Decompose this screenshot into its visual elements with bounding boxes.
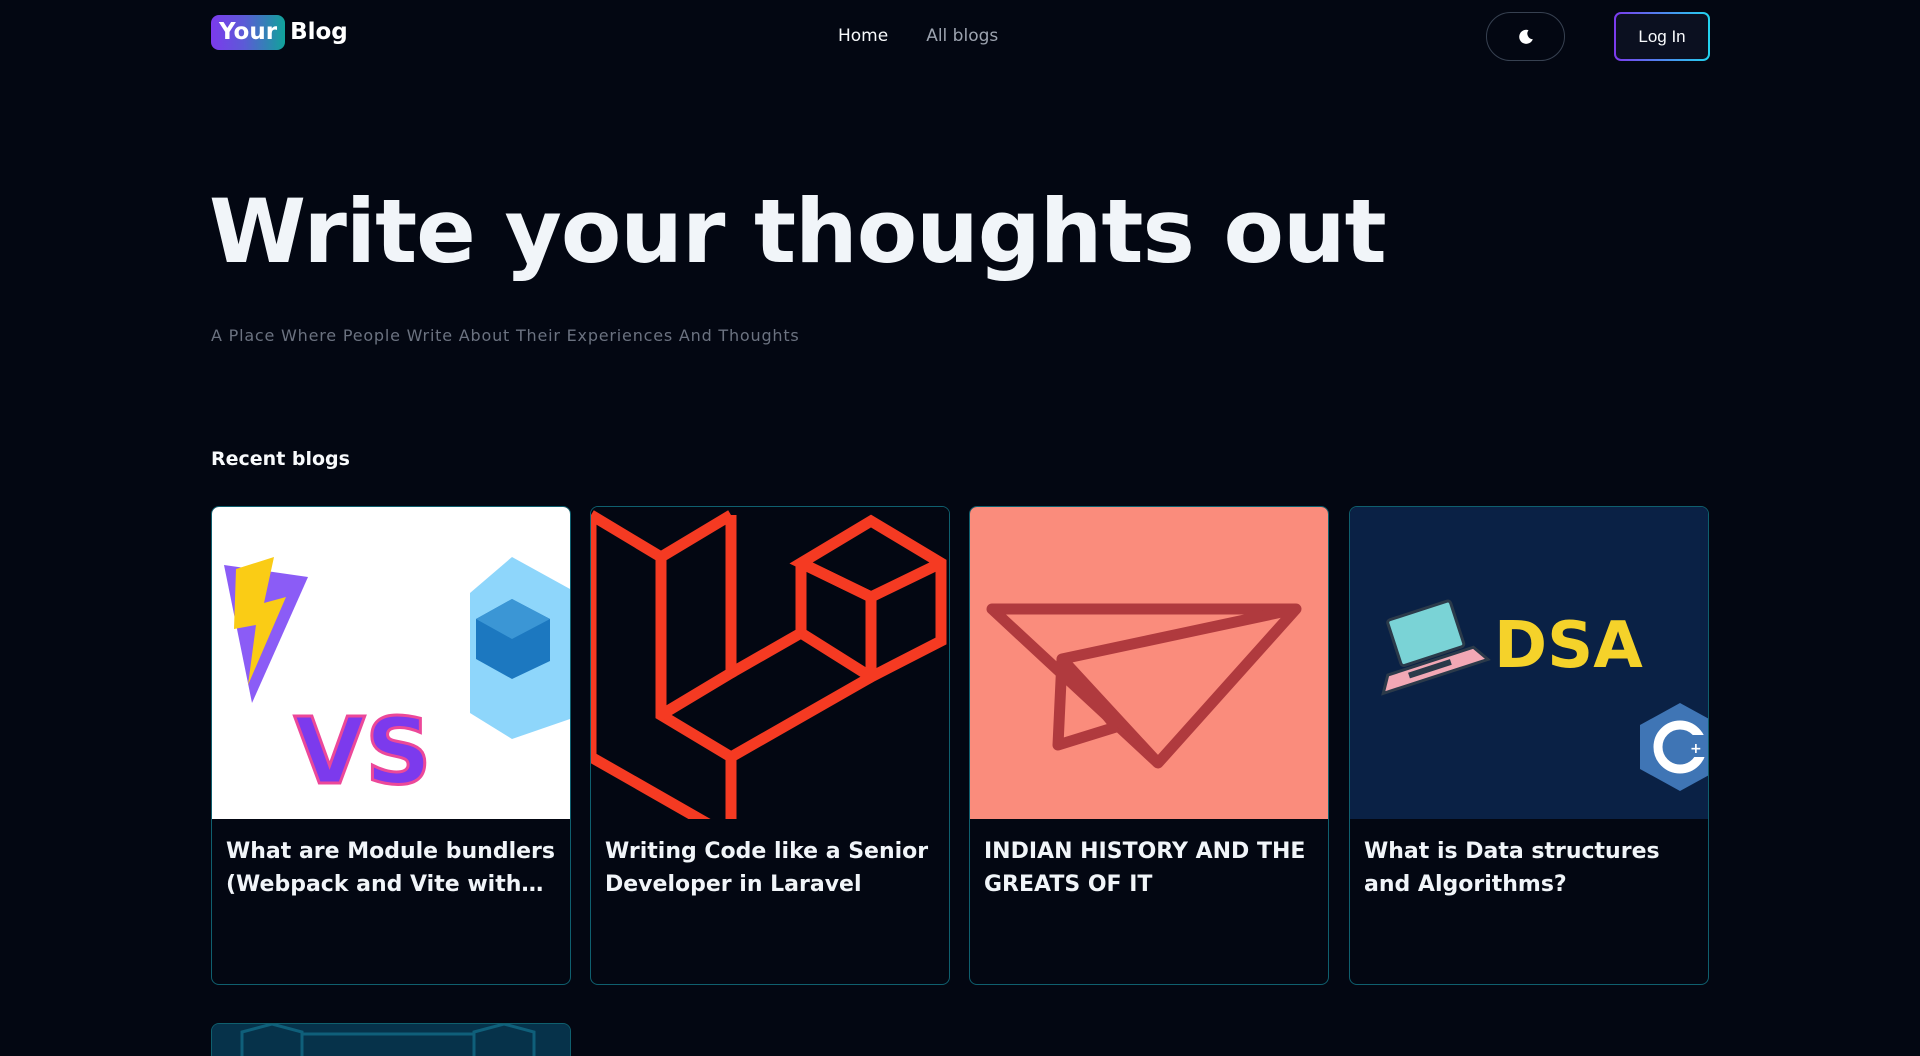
card-thumbnail xyxy=(591,507,949,819)
hero-title: Write your thoughts out xyxy=(209,180,1387,283)
theme-toggle-button[interactable] xyxy=(1486,12,1565,61)
card-thumbnail-partial xyxy=(212,1024,570,1056)
site-logo[interactable]: Your Blog xyxy=(211,15,348,50)
blog-card[interactable]: INDIAN HISTORY AND THE GREATS OF IT xyxy=(969,506,1329,985)
login-button[interactable]: Log In xyxy=(1614,12,1710,61)
blog-card[interactable]: DSA + What is Data structures and Algori… xyxy=(1349,506,1709,985)
blog-card[interactable]: VS What are Module bundlers (Webpack and… xyxy=(211,506,571,985)
nav-all-blogs-link[interactable]: All blogs xyxy=(926,26,998,46)
vite-vs-webpack-thumbnail: VS xyxy=(212,507,570,819)
svg-text:+: + xyxy=(1690,741,1702,757)
logo-badge: Your xyxy=(211,15,286,50)
card-title: What is Data structures and Algorithms? xyxy=(1364,839,1660,897)
site-header: Your Blog Home All blogs Log In xyxy=(211,12,1710,62)
blog-card[interactable]: Writing Code like a Senior Developer in … xyxy=(590,506,950,985)
logo-text: Blog xyxy=(290,19,348,45)
dsa-thumbnail: DSA + xyxy=(1350,507,1708,819)
paper-plane-thumbnail xyxy=(970,507,1328,819)
recent-blogs-heading: Recent blogs xyxy=(211,448,350,470)
card-thumbnail: VS xyxy=(212,507,570,819)
card-title: Writing Code like a Senior Developer in … xyxy=(605,839,929,897)
blog-card-partial[interactable] xyxy=(211,1023,571,1056)
card-thumbnail xyxy=(970,507,1328,819)
card-title: INDIAN HISTORY AND THE GREATS OF IT xyxy=(984,839,1306,897)
svg-text:VS: VS xyxy=(294,698,431,805)
nav-home-link[interactable]: Home xyxy=(838,26,888,46)
card-title: What are Module bundlers (Webpack and Vi… xyxy=(226,839,555,897)
dsa-text: DSA xyxy=(1494,609,1643,683)
page: Your Blog Home All blogs Log In Write yo… xyxy=(0,0,1920,1056)
hero-subtitle: A Place Where People Write About Their E… xyxy=(211,326,800,345)
moon-icon xyxy=(1518,29,1533,44)
main-nav: Home All blogs xyxy=(838,26,998,46)
card-thumbnail: DSA + xyxy=(1350,507,1708,819)
laravel-logo-thumbnail xyxy=(591,507,949,819)
